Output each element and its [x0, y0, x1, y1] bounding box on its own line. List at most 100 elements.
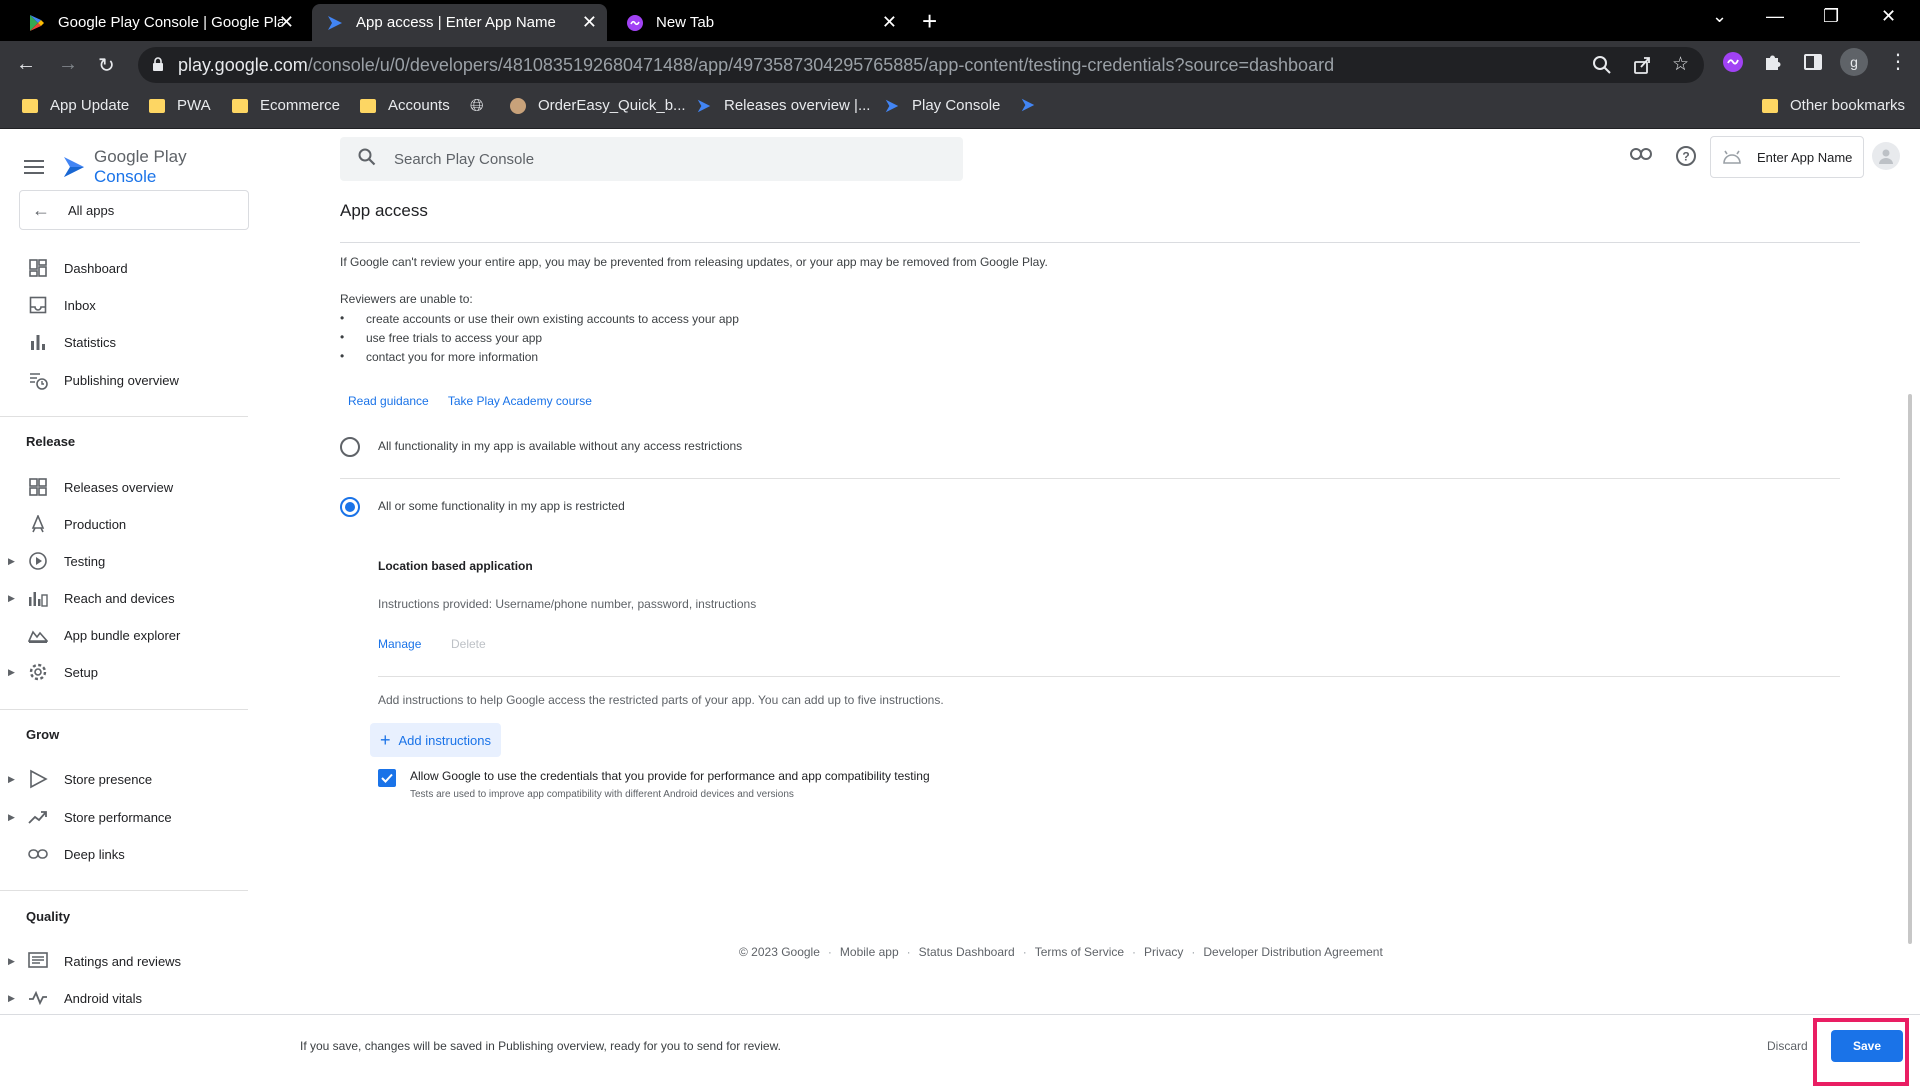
nav-publishing-overview[interactable]: Publishing overview	[0, 365, 252, 395]
play-console-logo[interactable]: Google Play Console	[24, 147, 252, 187]
footer-link-mobile-app[interactable]: Mobile app	[840, 945, 899, 959]
search-play-console-input[interactable]: Search Play Console	[340, 137, 963, 181]
nav-releases-overview[interactable]: Releases overview	[0, 472, 252, 502]
store-presence-icon	[28, 769, 48, 789]
play-academy-link[interactable]: Take Play Academy course	[448, 394, 592, 408]
google-play-icon	[28, 14, 46, 32]
expand-caret-icon[interactable]: ▶	[8, 667, 15, 678]
help-icon[interactable]: ?	[1675, 145, 1697, 172]
link-icon[interactable]	[1630, 147, 1652, 166]
nav-inbox[interactable]: Inbox	[0, 290, 252, 320]
address-bar[interactable]: play.google.com/console/u/0/developers/4…	[138, 47, 1704, 83]
other-bookmarks[interactable]: Other bookmarks	[1762, 97, 1905, 114]
radio-restricted-functionality[interactable]	[340, 497, 360, 517]
expand-caret-icon[interactable]: ▶	[8, 993, 15, 1004]
expand-caret-icon[interactable]: ▶	[8, 956, 15, 967]
add-instructions-button[interactable]: + Add instructions	[370, 723, 502, 757]
nav-deep-links[interactable]: Deep links	[0, 839, 252, 869]
plus-icon: +	[380, 729, 391, 750]
nav-dashboard[interactable]: Dashboard	[0, 253, 252, 283]
nav-statistics[interactable]: Statistics	[0, 327, 252, 357]
nav-ratings-and-reviews[interactable]: ▶ Ratings and reviews	[0, 946, 252, 976]
tab-app-access[interactable]: App access | Enter App Name ✕	[312, 4, 607, 41]
nav-setup[interactable]: ▶ Setup	[0, 657, 252, 687]
title-divider	[340, 242, 1860, 243]
link-icon	[28, 844, 48, 864]
discard-button[interactable]: Discard	[1767, 1039, 1812, 1053]
tab-search-icon[interactable]: ⌄	[1712, 6, 1727, 27]
releases-overview-icon	[28, 477, 48, 497]
nav-testing[interactable]: ▶ Testing	[0, 546, 252, 576]
new-tab-button[interactable]: +	[922, 6, 937, 37]
radio-restricted-functionality-label: All or some functionality in my app is r…	[378, 499, 625, 513]
close-tab-icon[interactable]: ✕	[882, 12, 897, 33]
bookmark-play-console-icon-only[interactable]	[1020, 97, 1036, 113]
bookmark-star-icon[interactable]: ☆	[1672, 53, 1689, 76]
tab-google-play-console[interactable]: Google Play Console | Google Play ✕	[14, 4, 304, 41]
forward-icon[interactable]: →	[58, 53, 78, 76]
intro-text: If Google can't review your entire app, …	[340, 255, 1048, 269]
instruction-summary: Instructions provided: Username/phone nu…	[378, 597, 757, 611]
statistics-icon	[28, 332, 48, 352]
extensions-puzzle-icon[interactable]	[1762, 51, 1784, 78]
account-avatar[interactable]	[1872, 142, 1900, 170]
save-bar: If you save, changes will be saved in Pu…	[0, 1014, 1920, 1086]
reload-icon[interactable]: ↻	[98, 53, 115, 78]
app-selector[interactable]: Enter App Name	[1710, 136, 1864, 178]
footer-link-privacy[interactable]: Privacy	[1144, 945, 1183, 959]
close-window-icon[interactable]: ✕	[1881, 6, 1896, 27]
bookmark-app-update[interactable]: App Update	[22, 97, 129, 114]
bookmark-accounts[interactable]: Accounts	[360, 97, 450, 114]
nav-app-bundle-explorer[interactable]: App bundle explorer	[0, 620, 252, 650]
expand-caret-icon[interactable]: ▶	[8, 812, 15, 823]
copyright: © 2023 Google	[739, 945, 820, 959]
bookmark-play-console[interactable]: Play Console	[884, 97, 1000, 114]
nav-production[interactable]: Production	[0, 509, 252, 539]
close-tab-icon[interactable]: ✕	[279, 12, 294, 33]
reviewers-list: create accounts or use their own existin…	[340, 311, 739, 369]
expand-caret-icon[interactable]: ▶	[8, 774, 15, 785]
bookmark-ecommerce[interactable]: Ecommerce	[232, 97, 340, 114]
back-icon[interactable]: ←	[16, 53, 36, 76]
arrow-back-icon: ←	[32, 199, 50, 220]
bookmark-ordereasy[interactable]: OrderEasy_Quick_b...	[510, 97, 686, 114]
footer-link-terms[interactable]: Terms of Service	[1035, 945, 1124, 959]
bookmark-pwa[interactable]: PWA	[149, 97, 211, 114]
nav-store-presence[interactable]: ▶ Store presence	[0, 764, 252, 794]
expand-caret-icon[interactable]: ▶	[8, 556, 15, 567]
globe-icon[interactable]: 🌐︎	[470, 96, 484, 116]
folder-icon	[149, 98, 165, 113]
hamburger-menu-icon[interactable]	[24, 159, 44, 175]
page-scrollbar[interactable]	[1908, 394, 1912, 944]
nav-reach-and-devices[interactable]: ▶ Reach and devices	[0, 583, 252, 613]
restore-icon[interactable]: ❐	[1823, 6, 1839, 27]
nav-section-quality: Quality	[26, 909, 71, 924]
share-icon[interactable]	[1632, 55, 1652, 80]
delete-button[interactable]: Delete	[451, 637, 486, 651]
minimize-icon[interactable]: —	[1766, 6, 1784, 27]
read-guidance-link[interactable]: Read guidance	[348, 394, 429, 408]
trending-up-icon	[28, 807, 48, 827]
extension-icon[interactable]	[1722, 51, 1744, 78]
allow-credentials-checkbox[interactable]	[378, 769, 396, 787]
browser-menu-icon[interactable]: ⋮	[1888, 49, 1908, 74]
play-console-logo-icon	[62, 155, 86, 179]
close-tab-icon[interactable]: ✕	[582, 12, 597, 33]
zoom-icon[interactable]	[1592, 55, 1612, 80]
tab-new-tab[interactable]: New Tab ✕	[612, 4, 907, 41]
side-panel-icon[interactable]	[1802, 51, 1824, 78]
expand-caret-icon[interactable]: ▶	[8, 593, 15, 604]
all-apps-button[interactable]: ← All apps	[19, 190, 249, 230]
manage-button[interactable]: Manage	[378, 637, 421, 651]
radio-all-functionality[interactable]	[340, 437, 360, 457]
app-bundle-icon	[28, 625, 48, 645]
page-footer: © 2023 Google · Mobile app · Status Dashbo…	[739, 945, 1383, 959]
nav-section-grow: Grow	[26, 727, 60, 742]
nav-android-vitals[interactable]: ▶ Android vitals	[0, 983, 252, 1013]
nav-store-performance[interactable]: ▶ Store performance	[0, 802, 252, 832]
profile-avatar[interactable]: g	[1840, 48, 1868, 76]
footer-link-status-dashboard[interactable]: Status Dashboard	[919, 945, 1015, 959]
footer-link-dda[interactable]: Developer Distribution Agreement	[1203, 945, 1382, 959]
logo-google-play-text: Google Play	[94, 147, 187, 166]
bookmark-releases-overview[interactable]: Releases overview |...	[696, 97, 870, 114]
